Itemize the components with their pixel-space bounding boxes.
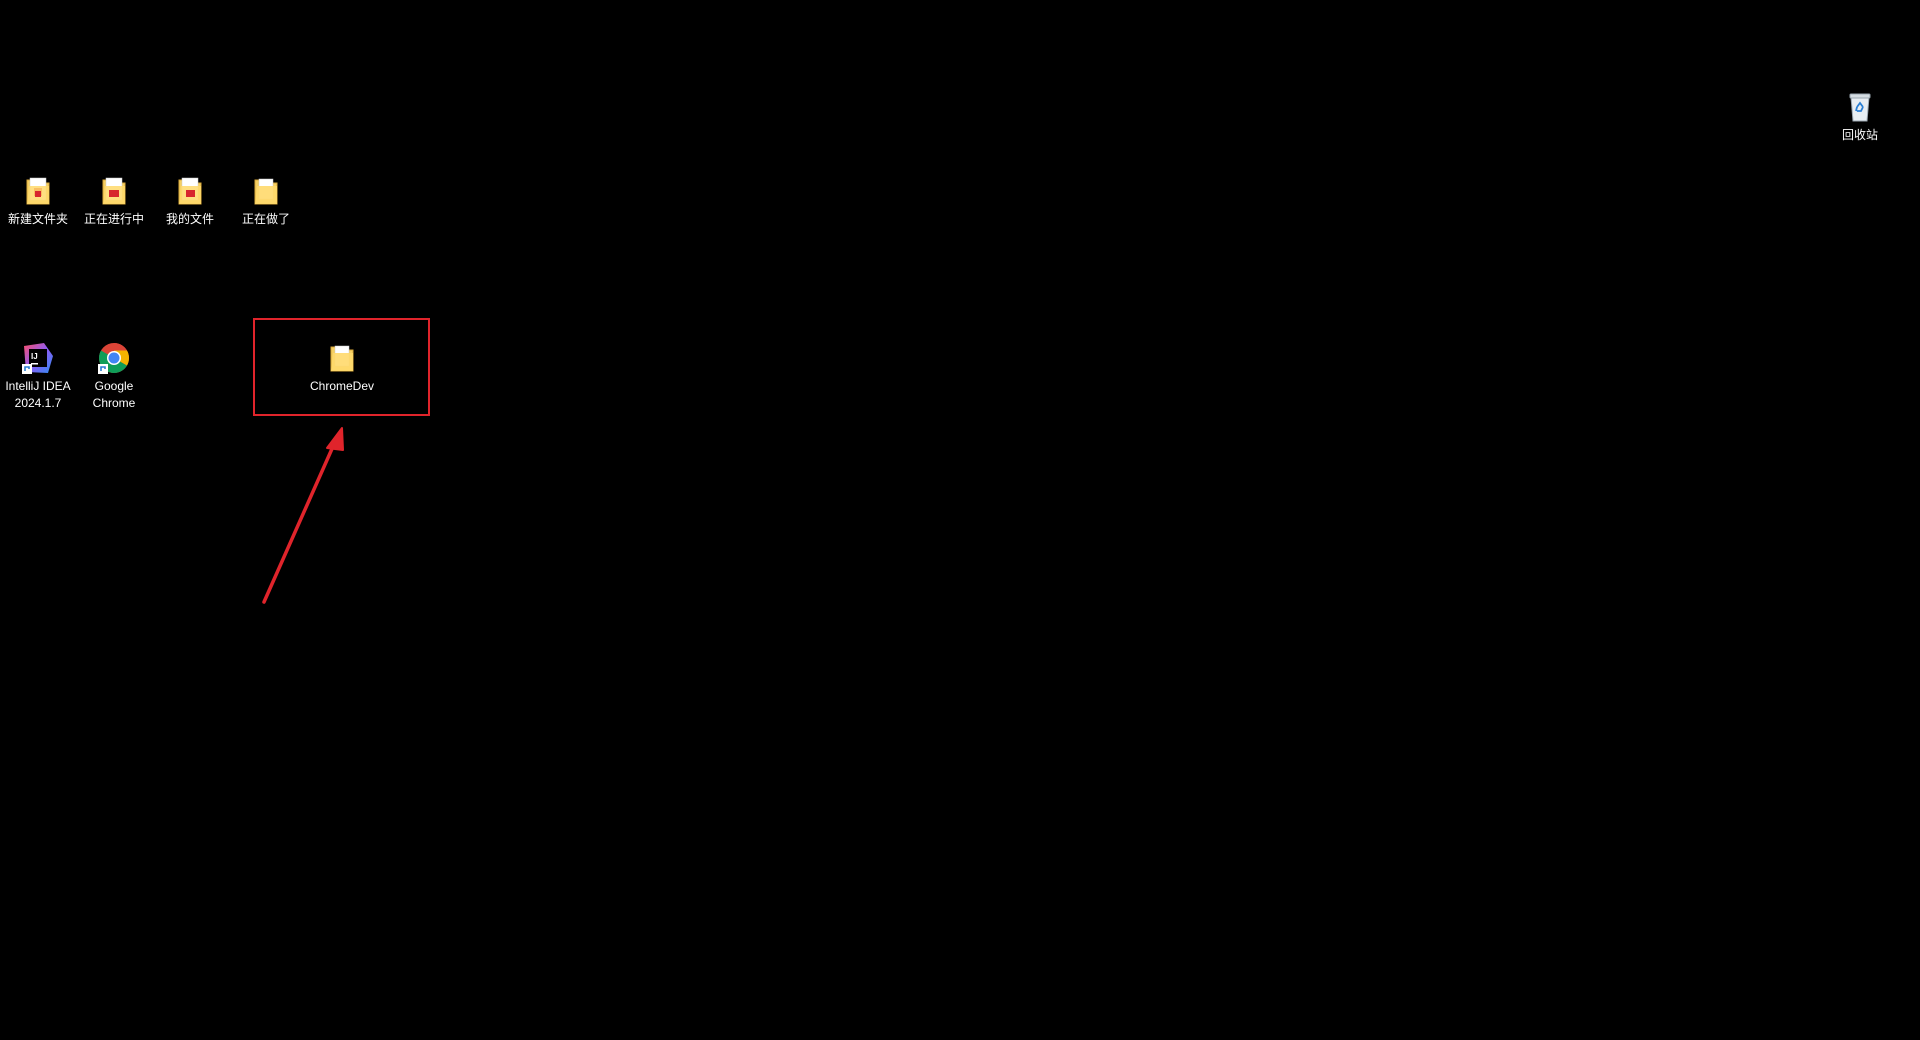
annotation-arrow <box>262 427 344 604</box>
folder-icon <box>249 174 283 208</box>
folder-label: ChromeDev <box>309 379 375 393</box>
app-label: IntelliJ IDEA 2024.1.7 <box>5 379 71 410</box>
google-chrome-shortcut[interactable]: Google Chrome <box>76 341 152 412</box>
folder-chromedev[interactable]: ChromeDev <box>304 341 380 395</box>
folder-pdf-icon <box>97 174 131 208</box>
folder-pdf-icon <box>21 174 55 208</box>
folder-pdf-icon <box>173 174 207 208</box>
recycle-bin-shortcut[interactable]: 回收站 <box>1822 90 1898 144</box>
desktop: 回收站 新建文件夹 正在进行中 我的文件 正在做了 IJ IntelliJ ID… <box>0 0 1920 1040</box>
folder-label: 新建文件夹 <box>7 212 68 226</box>
folder-doing[interactable]: 正在做了 <box>228 174 304 228</box>
google-chrome-icon <box>97 341 131 375</box>
recycle-bin-label: 回收站 <box>1841 128 1878 142</box>
folder-label: 我的文件 <box>165 212 214 226</box>
folder-label: 正在做了 <box>241 212 290 226</box>
app-label: Google Chrome <box>92 379 136 410</box>
intellij-idea-shortcut[interactable]: IJ IntelliJ IDEA 2024.1.7 <box>0 341 76 412</box>
folder-icon <box>325 341 359 375</box>
recycle-bin-icon <box>1843 90 1877 124</box>
intellij-idea-icon: IJ <box>21 341 55 375</box>
folder-in-progress[interactable]: 正在进行中 <box>76 174 152 228</box>
svg-text:IJ: IJ <box>31 352 38 361</box>
folder-my-files[interactable]: 我的文件 <box>152 174 228 228</box>
folder-new-folder[interactable]: 新建文件夹 <box>0 174 76 228</box>
folder-label: 正在进行中 <box>83 212 144 226</box>
